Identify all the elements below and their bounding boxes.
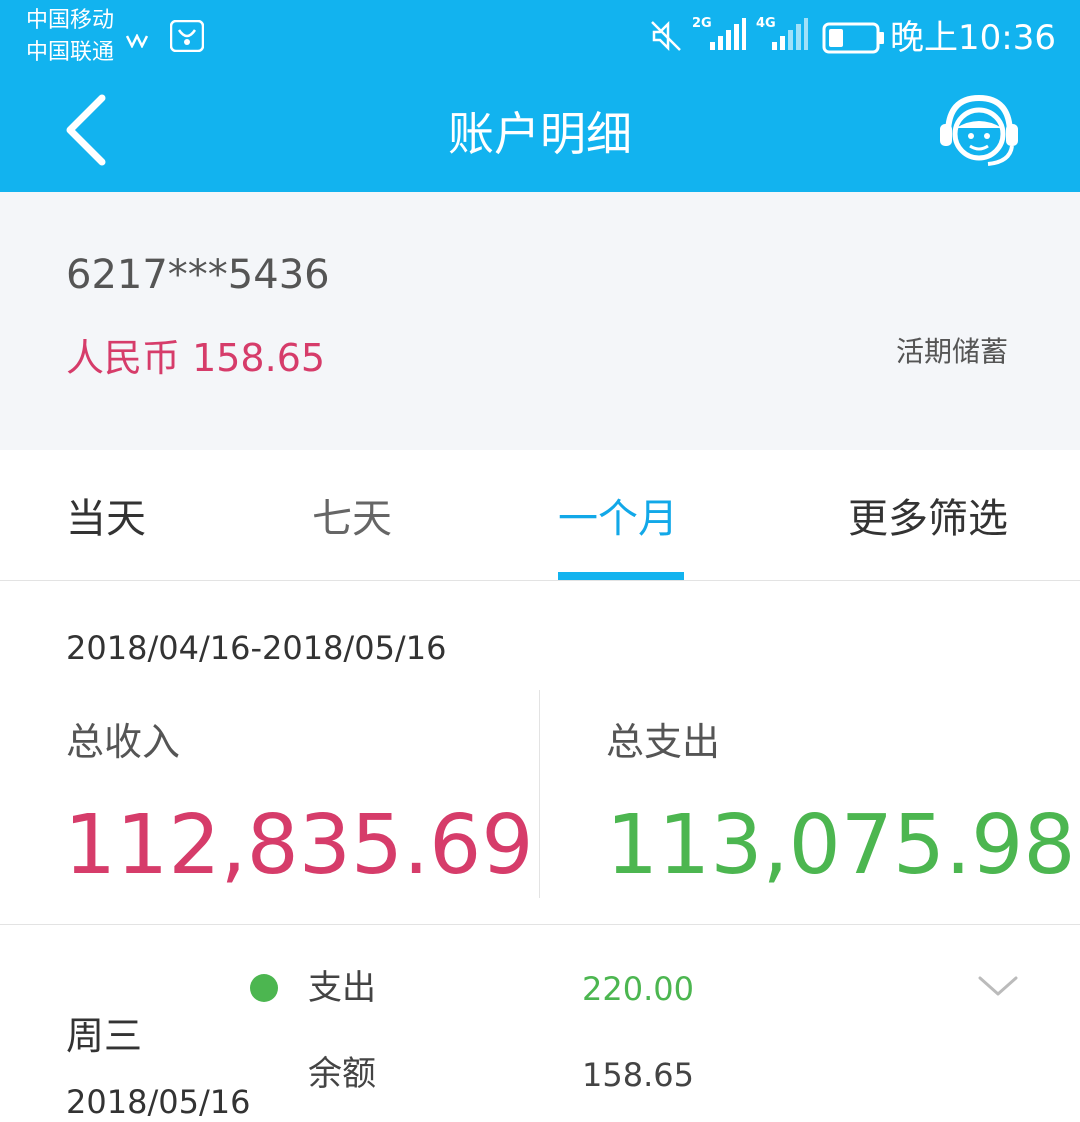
transaction-weekday: 周三 [66,1014,143,1058]
period-tabs: 当天 七天 一个月 更多筛选 [0,450,1080,581]
header-bar: 中国移动 中国联通 2G 4G 晚上10:36 账户明细 [0,0,1080,192]
section-divider [0,924,1080,925]
expense-dot-icon [250,974,278,1002]
balance-label: 余额 [308,1054,376,1094]
date-range: 2018/04/16-2018/05/16 [66,629,447,667]
tab-seven-days[interactable]: 七天 [312,494,392,544]
account-type: 活期储蓄 [895,335,1008,368]
account-number: 6217***5436 [66,252,330,298]
signal-icon [710,18,746,50]
tab-more-filters[interactable]: 更多筛选 [848,494,1008,544]
customer-service-icon[interactable] [934,90,1024,170]
tab-today[interactable]: 当天 [66,494,146,544]
summary-divider [539,690,540,898]
carrier-name-2: 中国联通 [26,40,115,65]
account-balance: 人民币 158.65 [66,336,326,380]
transaction-date: 2018/05/16 [66,1083,251,1121]
battery-icon [822,22,884,54]
transaction-amount: 220.00 [582,970,694,1008]
total-income-label: 总收入 [66,720,181,764]
app-icon [170,20,204,52]
mute-icon [651,20,681,52]
page-title: 账户明细 [448,107,632,161]
tab-one-month[interactable]: 一个月 [558,494,678,544]
total-expense-value: 113,075.98 [606,798,1076,893]
signal-icon [772,18,808,50]
carrier-name-1: 中国移动 [26,8,115,33]
total-income-value: 112,835.69 [64,798,534,893]
balance-value: 158.65 [582,1056,694,1094]
chevron-down-icon[interactable] [976,972,1020,1000]
transaction-type-label: 支出 [308,968,376,1008]
account-card: 6217***5436 人民币 158.65 活期储蓄 [0,192,1080,450]
status-clock: 晚上10:36 [890,18,1056,58]
total-expense-label: 总支出 [606,720,721,764]
app-icon [126,34,148,48]
active-tab-indicator [558,572,684,580]
